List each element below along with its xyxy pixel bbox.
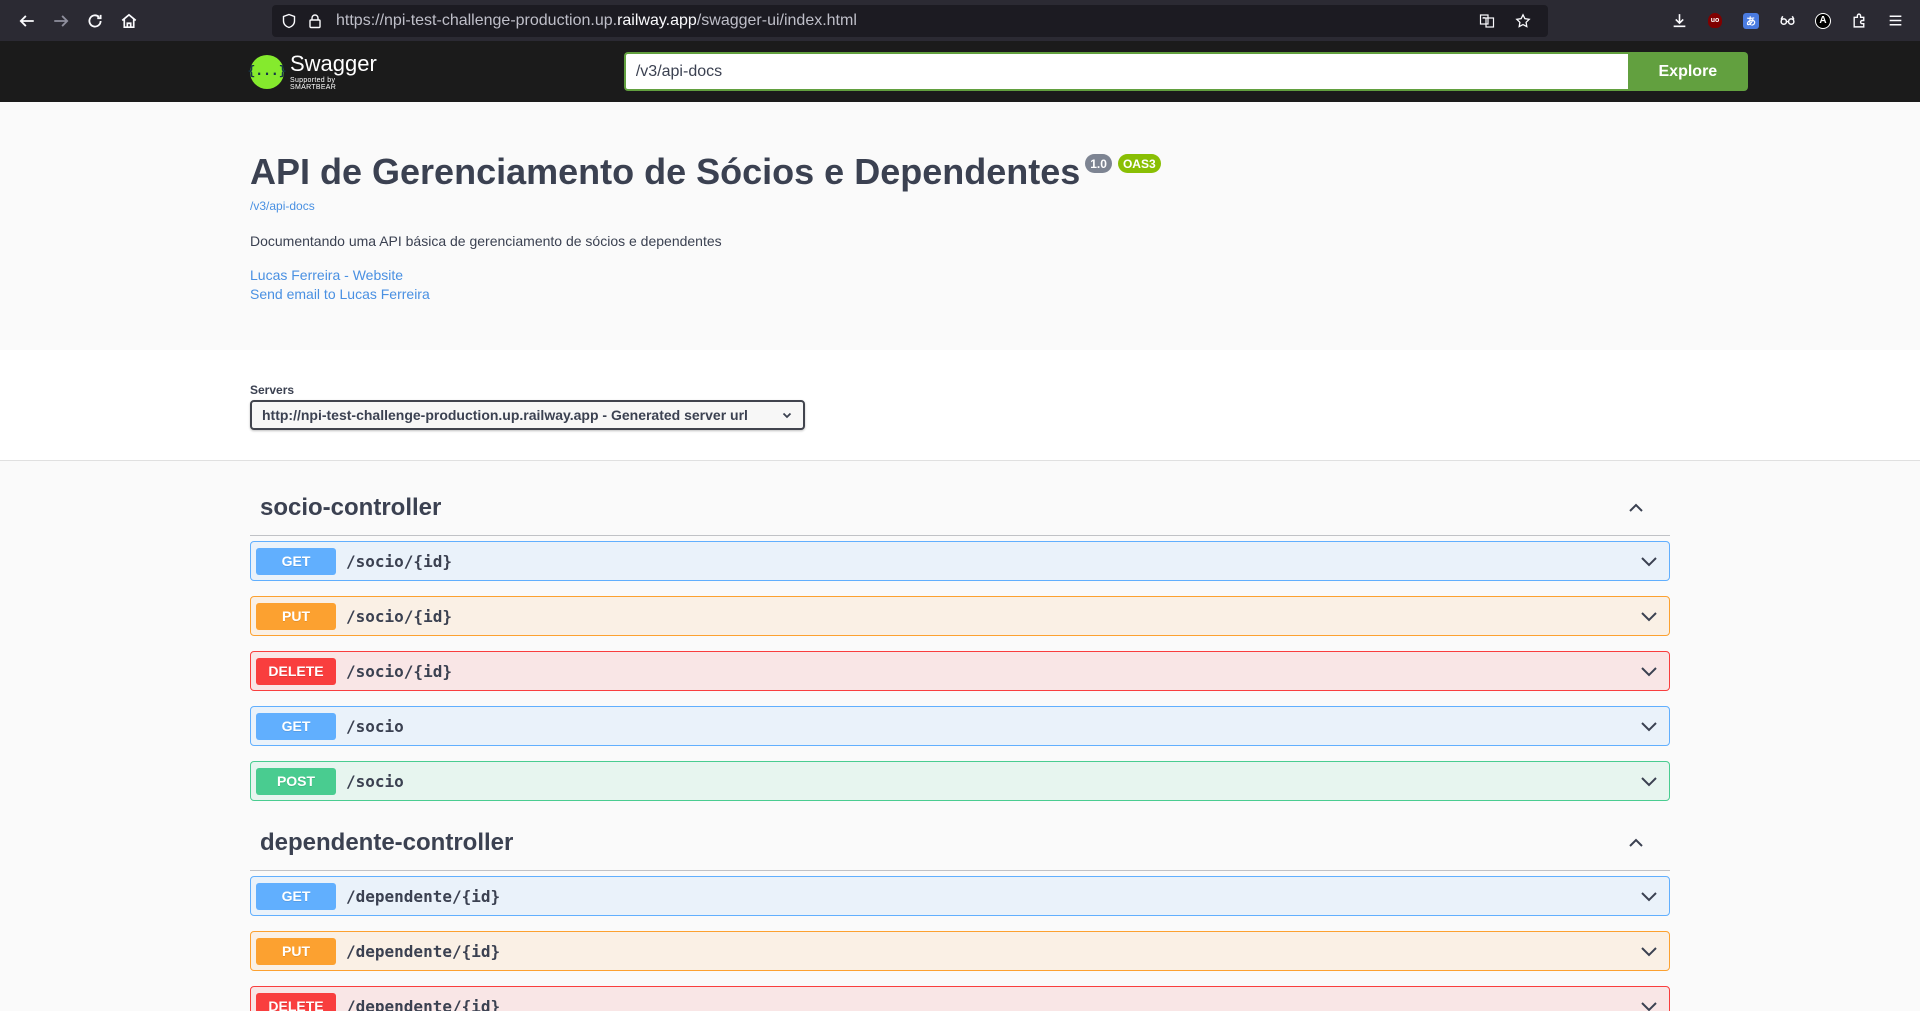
chevron-down-icon xyxy=(1641,777,1657,787)
method-badge: GET xyxy=(256,547,336,575)
version-badge: 1.0 xyxy=(1085,154,1112,173)
reload-icon[interactable] xyxy=(78,4,112,38)
opblock-put-socio-id[interactable]: PUT /socio/{id} xyxy=(250,596,1670,636)
extensions-puzzle-icon[interactable] xyxy=(1844,6,1874,36)
font-extension-icon[interactable]: A xyxy=(1808,6,1838,36)
op-path: /socio/{id} xyxy=(346,606,452,626)
lock-icon[interactable] xyxy=(306,12,324,30)
browser-toolbar: https://npi-test-challenge-production.up… xyxy=(0,0,1920,41)
op-path: /socio xyxy=(346,771,404,791)
server-select[interactable]: http://npi-test-challenge-production.up.… xyxy=(250,400,805,430)
opblock-get-dependente-id[interactable]: GET /dependente/{id} xyxy=(250,876,1670,916)
op-path: /dependente/{id} xyxy=(346,941,501,961)
bookmark-star-icon[interactable] xyxy=(1514,12,1532,30)
method-badge: DELETE xyxy=(256,657,336,685)
chevron-down-icon xyxy=(1641,612,1657,622)
chevron-down-icon xyxy=(1641,557,1657,567)
explore-form: Explore xyxy=(623,52,1748,91)
shield-icon[interactable] xyxy=(280,12,298,30)
website-link[interactable]: Lucas Ferreira - Website xyxy=(250,267,1670,283)
op-path: /dependente/{id} xyxy=(346,996,501,1011)
opblock-put-dependente-id[interactable]: PUT /dependente/{id} xyxy=(250,931,1670,971)
forward-icon[interactable] xyxy=(44,4,78,38)
ublock-extension-icon[interactable]: uo xyxy=(1700,6,1730,36)
swagger-logo[interactable]: {...} Swagger Supported by SMARTBEAR xyxy=(247,50,377,91)
method-badge: DELETE xyxy=(256,992,336,1011)
chevron-down-icon xyxy=(1641,722,1657,732)
servers-label: Servers xyxy=(250,383,295,397)
chevron-down-icon xyxy=(1641,1002,1657,1011)
spec-url-input[interactable] xyxy=(623,52,1628,91)
method-badge: GET xyxy=(256,712,336,740)
chevron-down-icon xyxy=(782,412,792,419)
menu-hamburger-icon[interactable] xyxy=(1880,6,1910,36)
url-bar[interactable]: https://npi-test-challenge-production.up… xyxy=(272,4,1548,37)
opblock-post-socio[interactable]: POST /socio xyxy=(250,761,1670,801)
chevron-down-icon xyxy=(1641,667,1657,677)
url-text[interactable]: https://npi-test-challenge-production.up… xyxy=(336,12,1478,30)
spec-url-link[interactable]: /v3/api-docs xyxy=(250,199,1670,213)
download-icon[interactable] xyxy=(1664,6,1694,36)
explore-button[interactable]: Explore xyxy=(1627,52,1748,91)
email-link[interactable]: Send email to Lucas Ferreira xyxy=(250,286,1670,302)
opblock-get-socio[interactable]: GET /socio xyxy=(250,706,1670,746)
opblock-get-socio-id[interactable]: GET /socio/{id} xyxy=(250,541,1670,581)
op-path: /socio/{id} xyxy=(346,661,452,681)
chevron-up-icon xyxy=(1629,838,1643,847)
chevron-up-icon xyxy=(1629,503,1643,512)
home-icon[interactable] xyxy=(112,4,146,38)
opblock-delete-socio-id[interactable]: DELETE /socio/{id} xyxy=(250,651,1670,691)
server-select-value: http://npi-test-challenge-production.up.… xyxy=(262,407,748,423)
method-badge: POST xyxy=(256,767,336,795)
swagger-logo-sub: Supported by SMARTBEAR xyxy=(290,76,337,91)
method-badge: PUT xyxy=(256,937,336,965)
method-badge: GET xyxy=(256,882,336,910)
opblock-delete-dependente-id[interactable]: DELETE /dependente/{id} xyxy=(250,986,1670,1011)
chevron-down-icon xyxy=(1641,892,1657,902)
chevron-down-icon xyxy=(1641,947,1657,957)
swagger-logo-icon: {...} xyxy=(247,54,287,89)
op-path: /dependente/{id} xyxy=(346,886,501,906)
oas-badge: OAS3 xyxy=(1117,154,1161,173)
back-icon[interactable] xyxy=(10,4,44,38)
translate-extension-icon[interactable]: あ xyxy=(1736,6,1766,36)
op-path: /socio/{id} xyxy=(346,551,452,571)
api-description: Documentando uma API básica de gerenciam… xyxy=(250,233,722,249)
api-title: API de Gerenciamento de Sócios e Depende… xyxy=(250,151,1081,192)
info-section: API de Gerenciamento de Sócios e Depende… xyxy=(0,102,1920,350)
servers-section: Servers http://npi-test-challenge-produc… xyxy=(0,350,1920,461)
swagger-logo-name: Swagger xyxy=(290,50,377,76)
op-path: /socio xyxy=(346,716,404,736)
tag-header-dependente-controller[interactable]: dependente-controller xyxy=(250,816,1670,871)
glasses-extension-icon[interactable] xyxy=(1772,6,1802,36)
translate-icon[interactable] xyxy=(1478,12,1496,30)
tag-name: dependente-controller xyxy=(260,829,514,856)
swagger-topbar: {...} Swagger Supported by SMARTBEAR Exp… xyxy=(0,41,1920,102)
operations-section: socio-controller GET /socio/{id} PUT /so… xyxy=(250,461,1670,1011)
tag-name: socio-controller xyxy=(260,494,442,521)
method-badge: PUT xyxy=(256,602,336,630)
tag-header-socio-controller[interactable]: socio-controller xyxy=(250,481,1670,536)
